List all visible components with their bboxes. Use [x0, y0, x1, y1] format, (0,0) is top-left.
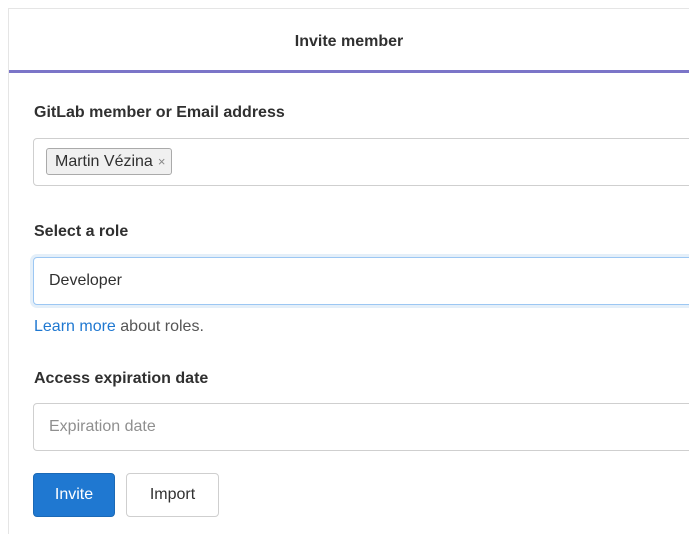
expiration-date-placeholder: Expiration date: [49, 418, 156, 435]
remove-token-icon[interactable]: ×: [158, 155, 166, 168]
role-select[interactable]: Developer: [33, 257, 689, 305]
import-button[interactable]: Import: [126, 473, 219, 517]
role-help-suffix: about roles.: [115, 318, 204, 335]
role-field-label: Select a role: [34, 223, 129, 240]
role-select-value: Developer: [49, 272, 122, 289]
member-field-label: GitLab member or Email address: [34, 104, 285, 121]
role-help-text: Learn more about roles.: [34, 318, 204, 336]
tab-invite-member[interactable]: Invite member: [9, 8, 689, 72]
tab-title: Invite member: [294, 33, 404, 50]
invite-button[interactable]: Invite: [33, 473, 115, 517]
expiration-date-input[interactable]: Expiration date: [33, 403, 689, 451]
invite-member-panel: Invite member GitLab member or Email add…: [0, 0, 689, 534]
learn-more-link[interactable]: Learn more: [34, 318, 116, 335]
active-tab-indicator: [9, 70, 689, 73]
member-token-label: Martin Vézina: [55, 152, 153, 170]
member-token: Martin Vézina ×: [46, 148, 173, 175]
expiration-field-label: Access expiration date: [34, 370, 209, 387]
member-search-input[interactable]: Martin Vézina ×: [33, 138, 689, 186]
panel-left-border: [8, 8, 9, 534]
